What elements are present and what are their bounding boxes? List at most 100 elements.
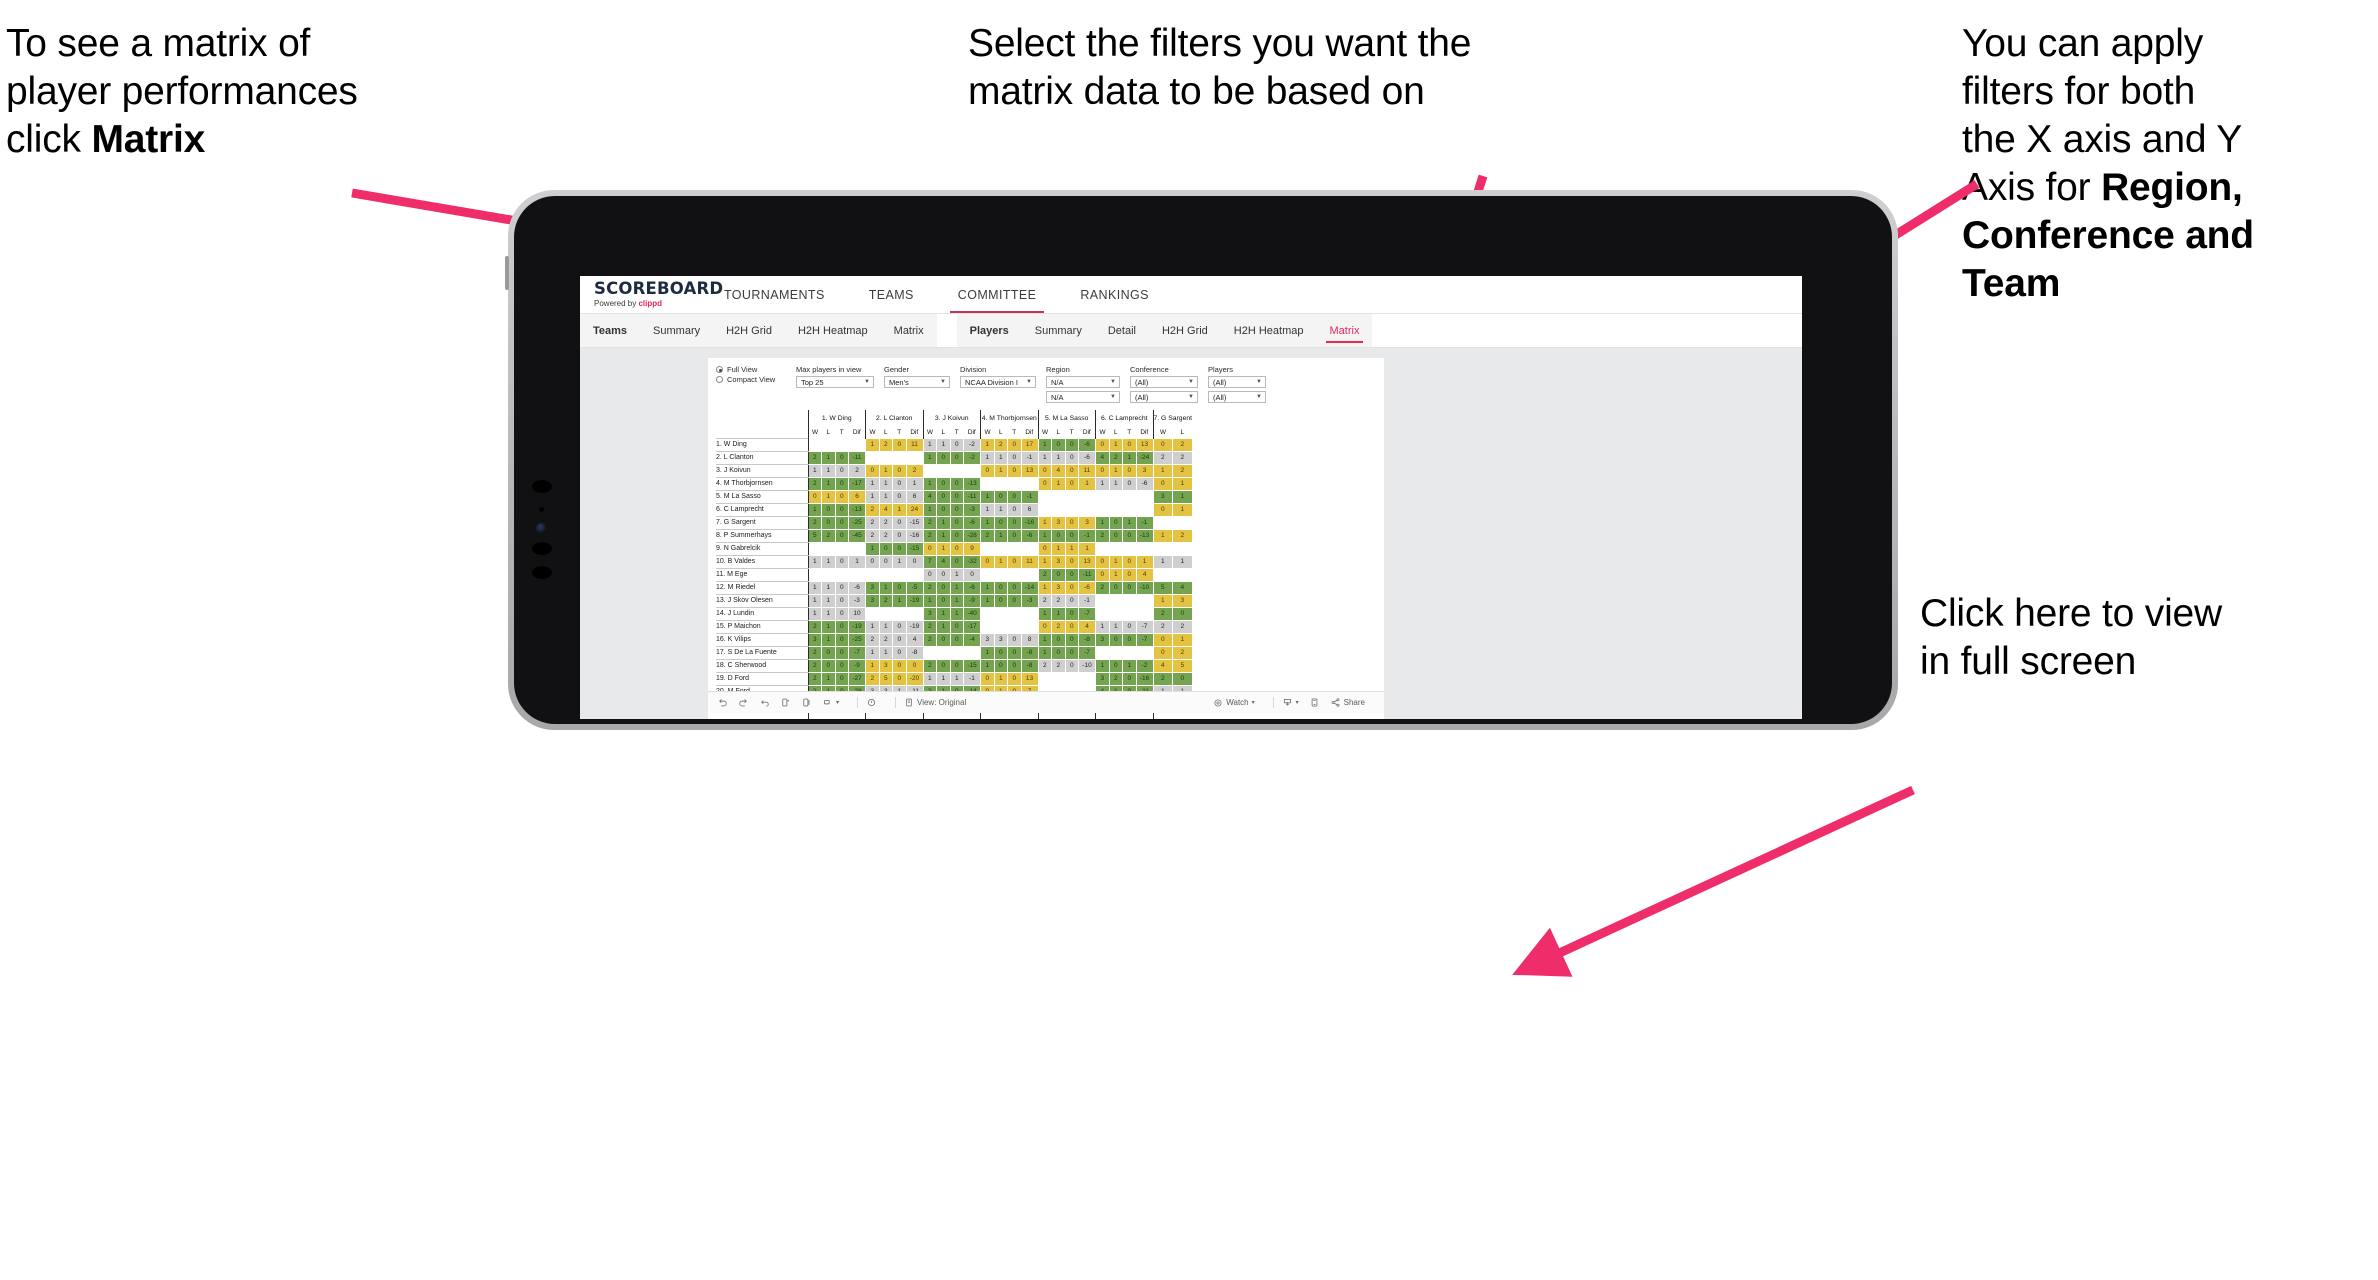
matrix-cell[interactable]: 1 xyxy=(1122,515,1137,530)
matrix-cell[interactable]: 1 xyxy=(865,437,880,452)
matrix-cell[interactable]: 0 xyxy=(1051,437,1066,452)
matrix-cell[interactable]: 13 xyxy=(1135,437,1154,452)
matrix-cell[interactable]: 0 xyxy=(993,593,1008,608)
subnav-teams-teams[interactable]: Teams xyxy=(580,314,640,347)
matrix-cell[interactable]: 1 xyxy=(807,502,822,517)
matrix-cell[interactable]: 2 xyxy=(807,671,822,686)
matrix-cell[interactable]: -17 xyxy=(963,619,981,634)
matrix-cell[interactable]: 0 xyxy=(1007,580,1022,595)
matrix-cell[interactable]: 0 xyxy=(993,489,1008,504)
matrix-cell[interactable]: 2 xyxy=(878,437,893,452)
matrix-cell[interactable]: 1 xyxy=(936,606,951,621)
download-button[interactable]: ▾ xyxy=(1282,697,1299,708)
matrix-cell[interactable]: 3 xyxy=(1095,632,1110,647)
matrix-cell[interactable]: -7 xyxy=(1135,632,1154,647)
matrix-cell[interactable]: 1 xyxy=(1095,658,1110,673)
matrix-cell[interactable]: 0 xyxy=(949,476,964,491)
matrix-cell[interactable]: 0 xyxy=(936,502,951,517)
matrix-cell[interactable]: -19 xyxy=(905,593,924,608)
matrix-col-header[interactable]: 4. M Thorbjornsen xyxy=(980,410,1038,427)
top-nav-item-rankings[interactable]: RANKINGS xyxy=(1058,276,1171,313)
matrix-cell[interactable]: 1 xyxy=(949,580,964,595)
matrix-cell[interactable]: 1 xyxy=(892,554,907,569)
matrix-cell[interactable]: 1 xyxy=(878,580,893,595)
matrix-cell[interactable]: 2 xyxy=(1037,593,1052,608)
matrix-cell[interactable]: 13 xyxy=(1020,671,1039,686)
matrix-cell[interactable]: 24 xyxy=(905,502,924,517)
matrix-cell[interactable]: 0 xyxy=(1172,606,1193,621)
matrix-row[interactable]: 9. N Gabrelcik 1 0 0 -15 0 1 0 9 0 1 1 1 xyxy=(716,541,1193,556)
matrix-cell[interactable]: 0 xyxy=(834,528,849,543)
matrix-cell[interactable] xyxy=(1007,606,1022,621)
matrix-cell[interactable]: 3 xyxy=(1095,671,1110,686)
matrix-cell[interactable] xyxy=(848,437,866,452)
matrix-cell[interactable] xyxy=(993,476,1008,491)
matrix-cell[interactable]: 1 xyxy=(1108,554,1123,569)
redo-icon[interactable] xyxy=(738,697,749,708)
matrix-cell[interactable]: -16 xyxy=(1135,671,1154,686)
matrix-cell[interactable]: 2 xyxy=(1172,619,1193,634)
matrix-cell[interactable]: 0 xyxy=(1122,528,1137,543)
matrix-cell[interactable]: 1 xyxy=(980,593,995,608)
subnav-teams-summary[interactable]: Summary xyxy=(640,314,713,347)
matrix-cell[interactable]: 1 xyxy=(1152,528,1174,543)
matrix-cell[interactable]: 0 xyxy=(949,554,964,569)
matrix-cell[interactable]: -9 xyxy=(963,593,981,608)
matrix-cell[interactable]: -15 xyxy=(905,541,924,556)
matrix-row[interactable]: 12. M Riedel 1 1 0 -6 3 1 0 -5 2 0 1 -6 1 0 0 -14 1 3 0 -6 2 0… xyxy=(716,580,1193,595)
matrix-cell[interactable]: 1 xyxy=(865,619,880,634)
matrix-cell[interactable] xyxy=(1064,671,1079,686)
max-players-select[interactable]: Top 25 ▼ xyxy=(796,376,874,389)
matrix-cell[interactable]: 6 xyxy=(905,489,924,504)
matrix-cell[interactable]: 1 xyxy=(993,450,1008,465)
matrix-row-header[interactable]: 15. P Maichon xyxy=(716,620,808,634)
matrix-cell[interactable]: 1 xyxy=(821,463,836,478)
region-select-y[interactable]: N/A ▼ xyxy=(1046,391,1120,404)
subnav-players-h2h-heatmap[interactable]: H2H Heatmap xyxy=(1221,314,1317,347)
matrix-cell[interactable]: -40 xyxy=(963,606,981,621)
refresh-icon[interactable] xyxy=(780,697,791,708)
matrix-cell[interactable]: 1 xyxy=(980,450,995,465)
matrix-cell[interactable] xyxy=(878,450,893,465)
matrix-cell[interactable] xyxy=(1135,502,1154,517)
matrix-cell[interactable]: 0 xyxy=(1122,554,1137,569)
matrix-cell[interactable]: 1 xyxy=(1108,476,1123,491)
matrix-cell[interactable]: 0 xyxy=(1108,580,1123,595)
matrix-cell[interactable] xyxy=(1108,593,1123,608)
matrix-cell[interactable]: 0 xyxy=(993,515,1008,530)
matrix-cell[interactable] xyxy=(865,450,880,465)
matrix-cell[interactable]: -5 xyxy=(905,580,924,595)
matrix-cell[interactable]: 1 xyxy=(1172,502,1193,517)
matrix-cell[interactable]: 0 xyxy=(949,541,964,556)
matrix-cell[interactable] xyxy=(1108,645,1123,660)
matrix-cell[interactable]: 1 xyxy=(922,593,937,608)
matrix-cell[interactable] xyxy=(1108,606,1123,621)
matrix-cell[interactable]: -13 xyxy=(848,502,866,517)
matrix-cell[interactable] xyxy=(1078,489,1096,504)
performance-matrix[interactable]: 1. W Ding 2. L Clanton 3. J Koivun 4. M Tho… xyxy=(716,410,1193,719)
matrix-cell[interactable]: 0 xyxy=(936,593,951,608)
matrix-cell[interactable]: 1 xyxy=(1037,645,1052,660)
matrix-cell[interactable]: -8 xyxy=(1078,632,1096,647)
matrix-cell[interactable] xyxy=(807,567,822,582)
matrix-cell[interactable] xyxy=(892,450,907,465)
matrix-cell[interactable] xyxy=(1037,671,1052,686)
matrix-cell[interactable]: 0 xyxy=(878,554,893,569)
matrix-cell[interactable]: 1 xyxy=(922,450,937,465)
matrix-cell[interactable]: 1 xyxy=(949,671,964,686)
matrix-cell[interactable]: 2 xyxy=(1172,437,1193,452)
matrix-cell[interactable]: -2 xyxy=(963,437,981,452)
matrix-cell[interactable]: 0 xyxy=(936,658,951,673)
matrix-cell[interactable]: 1 xyxy=(1037,515,1052,530)
matrix-cell[interactable] xyxy=(1152,541,1174,556)
matrix-cell[interactable]: 3 xyxy=(878,658,893,673)
matrix-cell[interactable]: 1 xyxy=(1095,476,1110,491)
matrix-cell[interactable] xyxy=(980,619,995,634)
matrix-cell[interactable] xyxy=(1095,541,1110,556)
matrix-cell[interactable]: -25 xyxy=(848,632,866,647)
matrix-cell[interactable]: 0 xyxy=(807,489,822,504)
matrix-cell[interactable]: 0 xyxy=(936,489,951,504)
matrix-cell[interactable]: 5 xyxy=(1172,658,1193,673)
matrix-cell[interactable]: 1 xyxy=(821,554,836,569)
matrix-cell[interactable]: 0 xyxy=(1007,554,1022,569)
